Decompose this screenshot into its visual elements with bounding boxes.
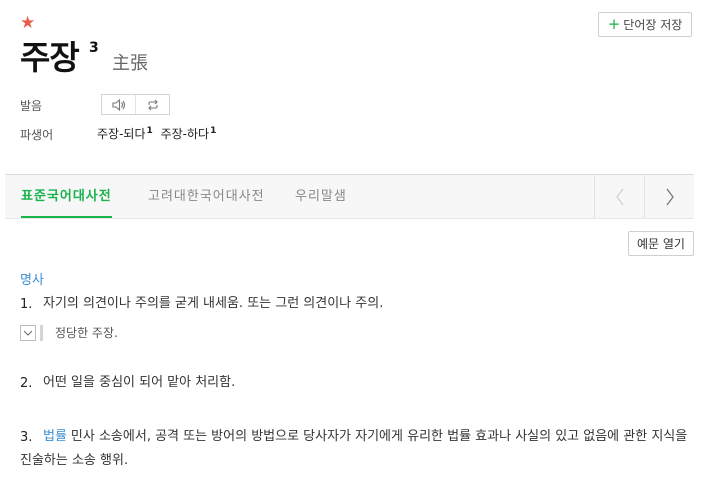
headword: 주장 [20,38,80,77]
repeat-icon [147,99,158,110]
play-pronunciation-button[interactable] [102,95,135,114]
sense-number: 1. [20,297,33,312]
save-to-wordbook-button[interactable]: + 단어장 저장 [598,12,692,37]
repeat-pronunciation-button[interactable] [135,95,169,114]
sense-definition: 자기의 의견이나 주의를 굳게 내세움. 또는 그런 의견이나 주의. [43,296,384,311]
sense-definition-block: 법률 민사 소송에서, 공격 또는 방어의 방법으로 당사자가 자기에게 유리한 … [20,425,694,473]
part-of-speech: 명사 [20,273,44,288]
open-examples-button[interactable]: 예문 열기 [628,231,694,256]
chevron-left-icon [616,188,624,205]
tab-standard-dictionary[interactable]: 표준국어대사전 [21,175,112,218]
example-expand-toggle[interactable] [20,325,36,341]
derivative-link[interactable]: 주장-되다 [97,127,146,141]
speaker-icon [111,98,125,111]
derivative-sup: 1 [210,126,217,136]
tab-next-button[interactable] [644,175,695,218]
dictionary-tabs: 표준국어대사전 고려대한국어대사전 우리말샘 [5,174,694,219]
hanja: 主張 [112,53,148,74]
pronunciation-controls [101,94,170,115]
derivative-link[interactable]: 주장-하다 [161,127,210,141]
sense-definition: 어떤 일을 중심이 되어 맡아 처리함. [43,375,236,390]
example-divider [40,325,43,341]
tab-korea-univ-dictionary[interactable]: 고려대한국어대사전 [148,175,265,218]
star-icon: ★ [20,13,36,33]
sense-number: 2. [20,376,33,391]
sense-example: 정당한 주장. [55,326,118,340]
pronunciation-label: 발음 [20,99,43,113]
derivatives-label: 파생어 [20,128,54,142]
chevron-right-icon [666,188,674,205]
sense-definition: 민사 소송에서, 공격 또는 방어의 방법으로 당사자가 자기에게 유리한 법률… [20,429,688,468]
tab-urimalsaem[interactable]: 우리말샘 [295,175,347,218]
plus-icon: + [607,15,621,33]
chevron-down-icon [23,330,33,336]
derivatives-list: 주장-되다1 주장-하다1 [97,122,220,143]
homonym-number: 3 [89,40,99,56]
derivative-sup: 1 [146,126,153,136]
save-button-label: 단어장 저장 [623,18,683,32]
field-tag: 법률 [43,429,67,444]
tab-prev-button[interactable] [594,175,645,218]
